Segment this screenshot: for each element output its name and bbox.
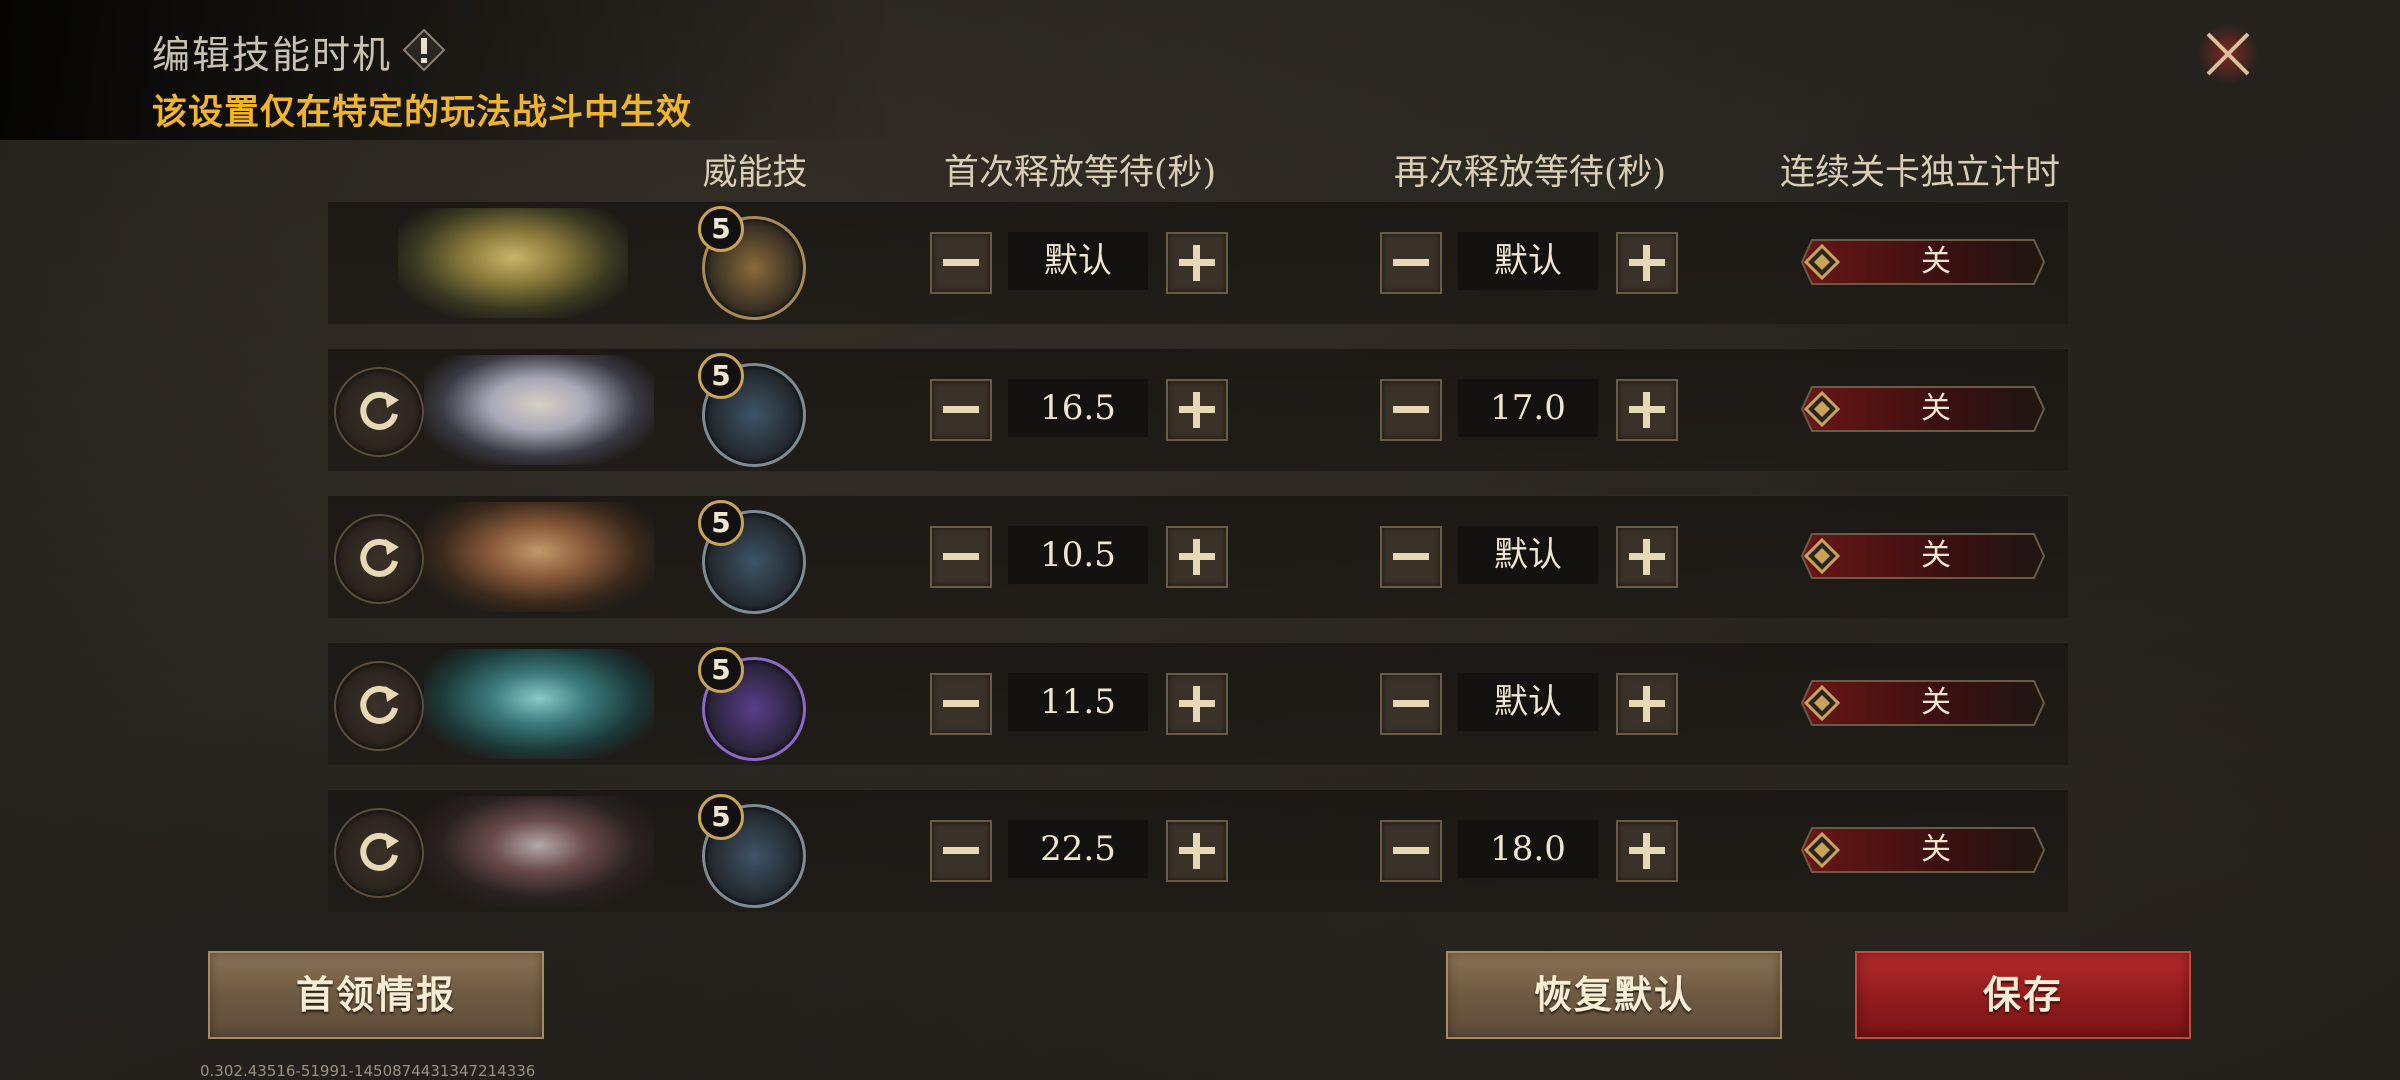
plus-icon-v: [1193, 539, 1200, 575]
refresh-icon: [360, 538, 399, 577]
version-string: 0.302.43516-51991-1450874431347214336: [200, 1062, 536, 1080]
next-wait-minus-button[interactable]: [1380, 820, 1442, 882]
minus-icon: [1393, 259, 1429, 266]
first-wait-minus-button[interactable]: [930, 232, 992, 294]
hero-portrait-bearded-warrior: [424, 502, 654, 612]
reset-row-button[interactable]: [334, 514, 424, 604]
skill-level-badge: 5: [698, 206, 744, 252]
next-wait-plus-button[interactable]: [1616, 379, 1678, 441]
next-wait-plus-button[interactable]: [1616, 232, 1678, 294]
boss-info-button-label: 首领情报: [295, 972, 456, 1017]
first-wait-minus-button[interactable]: [930, 673, 992, 735]
first-wait-minus-button[interactable]: [930, 820, 992, 882]
minus-icon: [1393, 406, 1429, 413]
skill-level-badge: 5: [698, 353, 744, 399]
close-x-icon[interactable]: [2196, 22, 2260, 86]
first-wait-minus-button[interactable]: [930, 379, 992, 441]
next-wait-value[interactable]: 默认: [1458, 673, 1598, 731]
plus-icon-v: [1193, 392, 1200, 428]
save-button-label: 保存: [1982, 972, 2063, 1017]
independent-timer-toggle[interactable]: [1798, 238, 2046, 286]
next-wait-value[interactable]: 17.0: [1458, 379, 1598, 437]
column-header-next-wait: 再次释放等待(秒): [1393, 153, 1667, 193]
save-button[interactable]: 保存: [1855, 951, 2191, 1039]
next-wait-minus-button[interactable]: [1380, 673, 1442, 735]
skill-row: 5 16.5 17.0 关: [328, 348, 2068, 471]
next-wait-minus-button[interactable]: [1380, 379, 1442, 441]
refresh-icon: [360, 685, 399, 724]
plus-icon-v: [1643, 686, 1650, 722]
boss-info-button[interactable]: 首领情报: [208, 951, 544, 1039]
first-wait-value[interactable]: 10.5: [1008, 526, 1148, 584]
first-wait-plus-button[interactable]: [1166, 820, 1228, 882]
first-wait-plus-button[interactable]: [1166, 379, 1228, 441]
next-wait-plus-button[interactable]: [1616, 820, 1678, 882]
skill-row: 5 22.5 18.0 关: [328, 789, 2068, 912]
first-wait-value[interactable]: 默认: [1008, 232, 1148, 290]
minus-icon: [1393, 553, 1429, 560]
next-wait-minus-button[interactable]: [1380, 526, 1442, 588]
page-title: 编辑技能时机: [152, 33, 393, 77]
plus-icon-v: [1643, 539, 1650, 575]
first-wait-value[interactable]: 11.5: [1008, 673, 1148, 731]
next-wait-value[interactable]: 默认: [1458, 232, 1598, 290]
subtitle-notice: 该设置仅在特定的玩法战斗中生效: [152, 92, 693, 133]
first-wait-minus-button[interactable]: [930, 526, 992, 588]
plus-icon-v: [1193, 245, 1200, 281]
first-wait-plus-button[interactable]: [1166, 673, 1228, 735]
minus-icon: [943, 406, 979, 413]
column-header-independent-timer: 连续关卡独立计时: [1779, 153, 2060, 193]
next-wait-minus-button[interactable]: [1380, 232, 1442, 294]
minus-icon: [943, 847, 979, 854]
independent-timer-toggle[interactable]: [1798, 679, 2046, 727]
independent-timer-toggle[interactable]: [1798, 532, 2046, 580]
plus-icon-v: [1643, 245, 1650, 281]
independent-timer-toggle[interactable]: [1798, 385, 2046, 433]
reset-row-button[interactable]: [334, 808, 424, 898]
column-header-first-wait: 首次释放等待(秒): [943, 153, 1217, 193]
skill-row: 5 11.5 默认关: [328, 642, 2068, 765]
next-wait-value[interactable]: 默认: [1458, 526, 1598, 584]
hero-portrait-white-haired: [424, 355, 654, 465]
skill-level-badge: 5: [698, 647, 744, 693]
hero-portrait-teal-demon: [424, 649, 654, 759]
restore-default-button[interactable]: 恢复默认: [1446, 951, 1782, 1039]
minus-icon: [943, 700, 979, 707]
hero-portrait-horned-beast: [424, 796, 654, 906]
skill-level-badge: 5: [698, 794, 744, 840]
minus-icon: [1393, 700, 1429, 707]
next-wait-value[interactable]: 18.0: [1458, 820, 1598, 878]
skill-row: 5 10.5 默认关: [328, 495, 2068, 618]
plus-icon-v: [1643, 833, 1650, 869]
skill-level-badge: 5: [698, 500, 744, 546]
skill-row: 5 默认 默认关: [328, 201, 2068, 324]
exclamation-diamond-icon[interactable]: [402, 28, 446, 72]
minus-icon: [1393, 847, 1429, 854]
first-wait-value[interactable]: 16.5: [1008, 379, 1148, 437]
plus-icon-v: [1193, 833, 1200, 869]
independent-timer-toggle[interactable]: [1798, 826, 2046, 874]
minus-icon: [943, 553, 979, 560]
plus-icon-v: [1193, 686, 1200, 722]
reset-row-button[interactable]: [334, 367, 424, 457]
plus-icon-v: [1643, 392, 1650, 428]
next-wait-plus-button[interactable]: [1616, 526, 1678, 588]
refresh-icon: [360, 391, 399, 430]
column-header-skill: 威能技: [702, 153, 808, 193]
minus-icon: [943, 259, 979, 266]
hero-portrait-gold-armored: [398, 208, 628, 318]
refresh-icon: [360, 832, 399, 871]
first-wait-value[interactable]: 22.5: [1008, 820, 1148, 878]
next-wait-plus-button[interactable]: [1616, 673, 1678, 735]
restore-default-button-label: 恢复默认: [1533, 972, 1694, 1017]
reset-row-button[interactable]: [334, 661, 424, 751]
first-wait-plus-button[interactable]: [1166, 526, 1228, 588]
first-wait-plus-button[interactable]: [1166, 232, 1228, 294]
